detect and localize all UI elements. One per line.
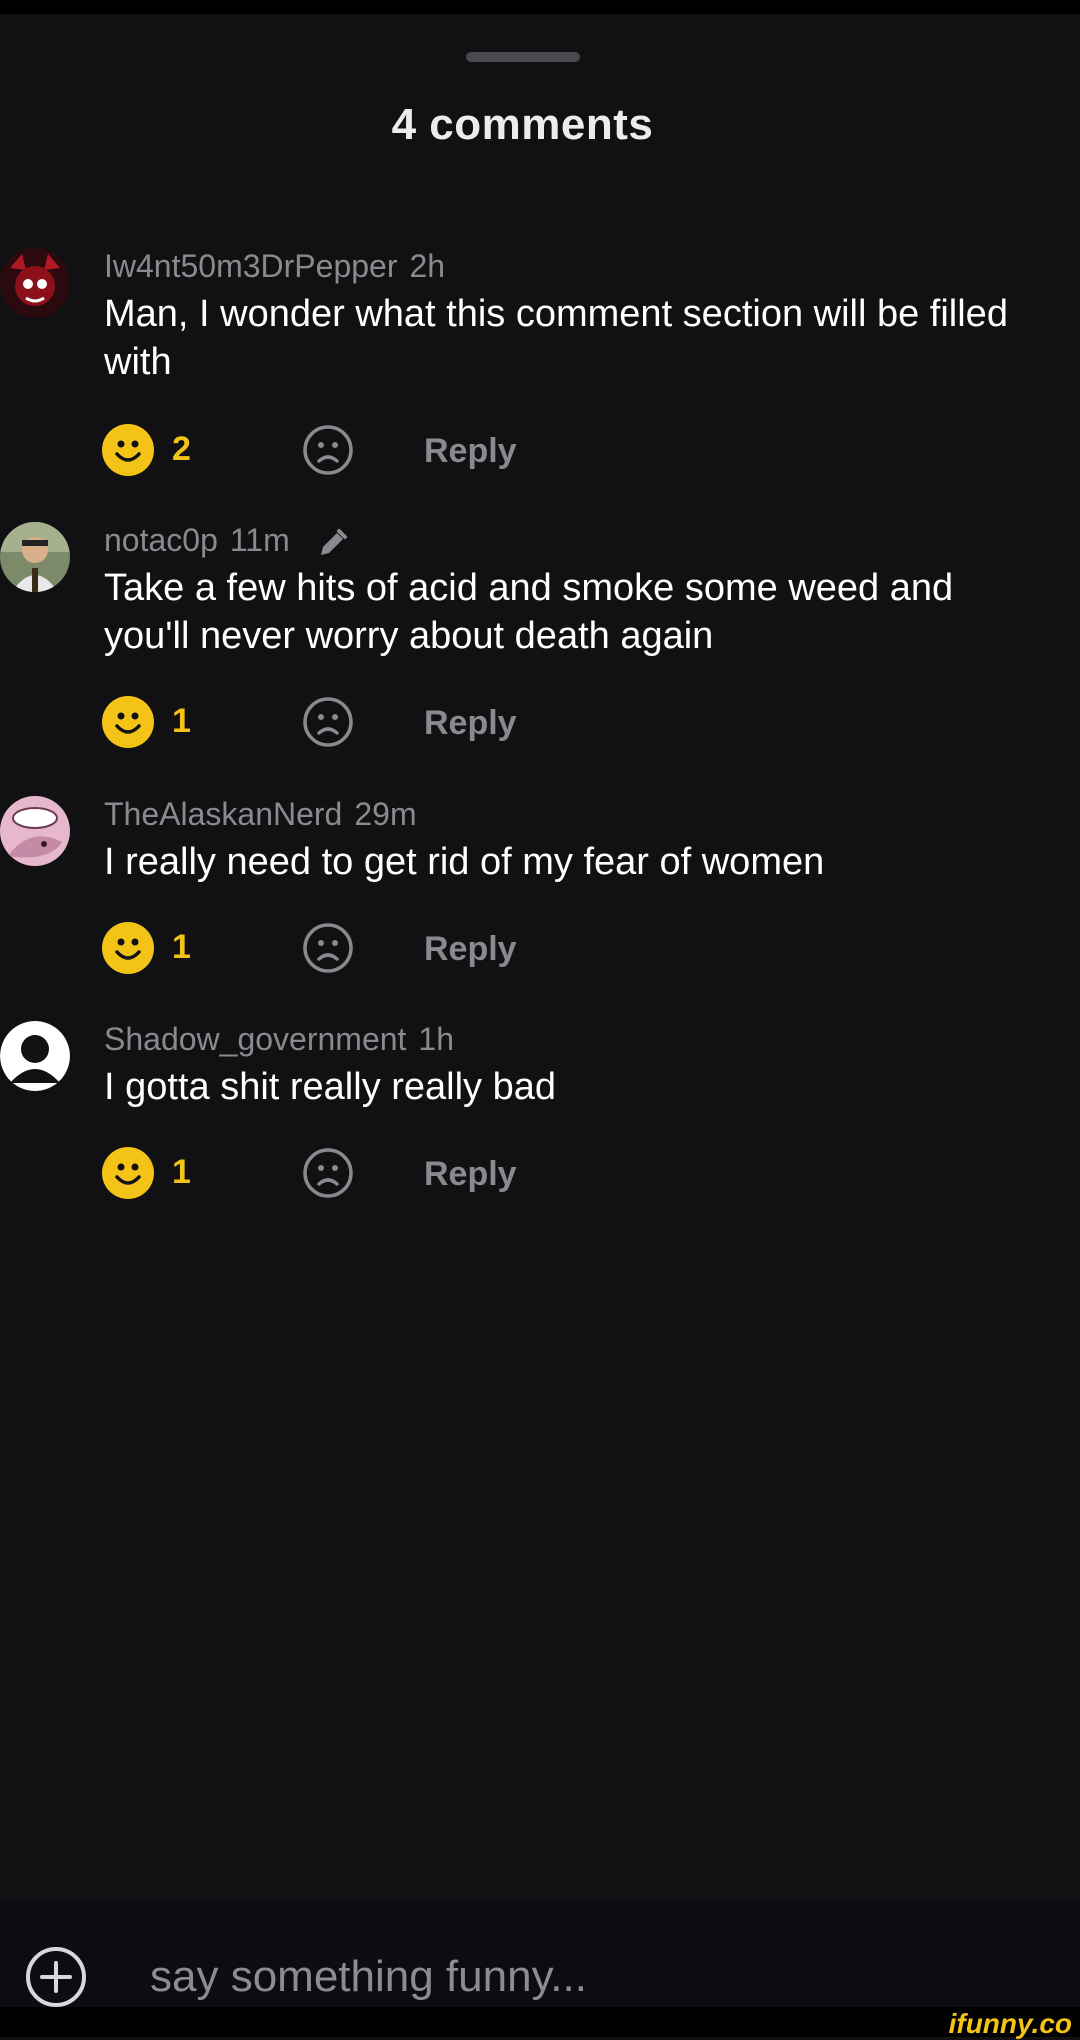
username[interactable]: notac0p — [104, 522, 218, 558]
smile-icon[interactable] — [102, 1147, 154, 1199]
timestamp: 11m — [229, 522, 290, 558]
username[interactable]: TheAlaskanNerd — [104, 796, 342, 832]
sad-face-icon[interactable] — [302, 424, 354, 476]
smile-icon[interactable] — [102, 424, 154, 476]
username[interactable]: Iw4nt50m3DrPepper — [104, 248, 397, 284]
username[interactable]: Shadow_government — [104, 1021, 406, 1057]
reply-button[interactable]: Reply — [424, 704, 517, 743]
like-count: 1 — [172, 1153, 191, 1191]
sad-face-icon[interactable] — [302, 696, 354, 748]
avatar[interactable] — [0, 522, 70, 592]
reply-button[interactable]: Reply — [424, 1155, 517, 1194]
comment-meta: notac0p 11m — [104, 522, 349, 559]
like-count: 2 — [172, 430, 191, 468]
sheet-drag-handle[interactable] — [466, 52, 580, 62]
comment-input[interactable]: say something funny... — [150, 1952, 587, 2002]
timestamp: 2h — [409, 248, 446, 284]
status-bar — [0, 0, 1080, 14]
comment-item: notac0p 11m Take a few hits of acid and s… — [0, 522, 1080, 752]
pencil-icon — [320, 528, 347, 555]
reply-button[interactable]: Reply — [424, 930, 517, 969]
comment-actions: 1 Reply — [102, 696, 602, 752]
avatar[interactable] — [0, 248, 70, 318]
sad-face-icon[interactable] — [302, 1147, 354, 1199]
sad-face-icon[interactable] — [302, 922, 354, 974]
like-count: 1 — [172, 702, 191, 740]
comment-actions: 1 Reply — [102, 1147, 602, 1203]
comment-actions: 1 Reply — [102, 922, 602, 978]
comment-text: I really need to get rid of my fear of w… — [104, 841, 825, 883]
avatar[interactable] — [0, 1021, 70, 1091]
comment-meta: Shadow_government 1h — [104, 1021, 454, 1058]
timestamp: 29m — [354, 796, 417, 832]
comment-actions: 2 Reply — [102, 424, 602, 480]
watermark-logo: ifunny.co — [948, 2008, 1072, 2039]
timestamp: 1h — [418, 1021, 455, 1057]
comment-item: Shadow_government 1h I gotta shit really … — [0, 1021, 1080, 1201]
comment-item: Iw4nt50m3DrPepper 2h Man, I wonder what t… — [0, 248, 1080, 478]
comment-text: Take a few hits of acid and smoke some w… — [104, 567, 954, 657]
add-attachment-icon[interactable] — [24, 1945, 88, 2009]
bottom-bar — [0, 2007, 1080, 2037]
smile-icon[interactable] — [102, 922, 154, 974]
comment-meta: Iw4nt50m3DrPepper 2h — [104, 248, 445, 285]
comment-text: Man, I wonder what this comment section … — [104, 293, 1008, 383]
like-count: 1 — [172, 928, 191, 966]
comment-text: I gotta shit really really bad — [104, 1066, 557, 1108]
avatar[interactable] — [0, 796, 70, 866]
smile-icon[interactable] — [102, 696, 154, 748]
comment-meta: TheAlaskanNerd 29m — [104, 796, 417, 833]
reply-button[interactable]: Reply — [424, 432, 517, 471]
comments-title: 4 comments — [391, 100, 654, 149]
comment-item: TheAlaskanNerd 29m I really need to get r… — [0, 796, 1080, 976]
